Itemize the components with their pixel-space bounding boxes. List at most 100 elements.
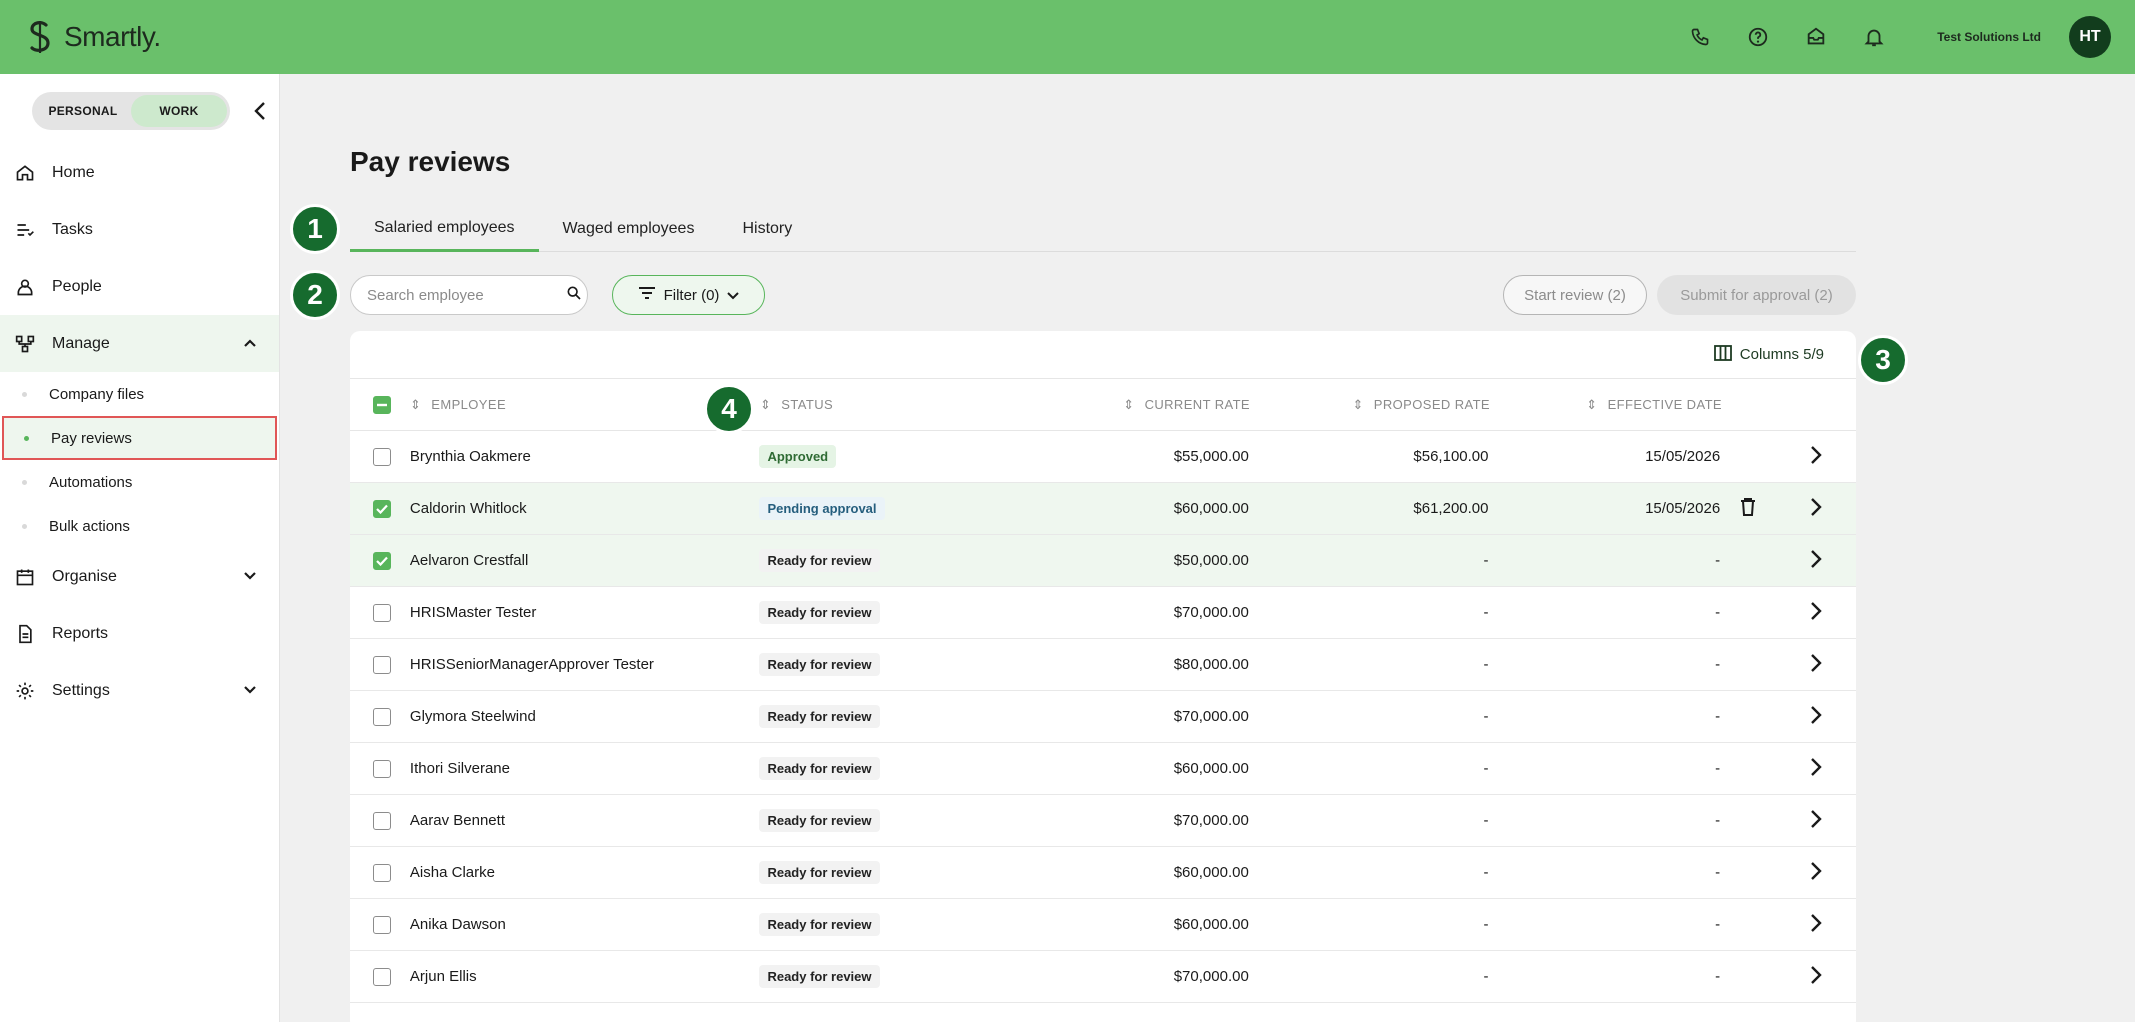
employee-name: Aelvaron Crestfall <box>409 552 529 569</box>
chevron-up-icon[interactable] <box>243 335 257 353</box>
personal-work-toggle[interactable]: PERSONAL WORK <box>32 92 230 130</box>
row-checkbox[interactable] <box>372 967 391 986</box>
column-header-effective-date[interactable]: ⇕ EFFECTIVE DATE <box>1490 397 1722 413</box>
avatar[interactable]: HT <box>2069 16 2111 58</box>
sidebar-item-settings[interactable]: Settings <box>0 662 279 719</box>
chevron-right-icon[interactable] <box>1810 809 1822 833</box>
chevron-right-icon[interactable] <box>1810 653 1822 677</box>
row-checkbox[interactable] <box>372 863 391 882</box>
tab-bar: Salaried employees Waged employees Histo… <box>350 206 1856 252</box>
table-row[interactable]: Ithori Silverane Ready for review $60,000.… <box>350 743 1856 795</box>
toggle-personal[interactable]: PERSONAL <box>35 95 131 127</box>
sidebar-subitem-bulk-actions[interactable]: Bulk actions <box>0 504 279 548</box>
start-review-button[interactable]: Start review (2) <box>1503 275 1647 315</box>
pay-reviews-table: Columns 5/9 ⇕ EMPLOYEE ⇕ STATUS ⇕ CURREN… <box>350 331 1856 1022</box>
sidebar-item-label: Home <box>52 163 95 181</box>
row-checkbox[interactable] <box>372 759 391 778</box>
inbox-icon[interactable] <box>1801 22 1831 52</box>
sidebar-item-organise[interactable]: Organise <box>0 548 279 605</box>
row-checkbox[interactable] <box>372 551 391 570</box>
sidebar-item-label: Organise <box>52 567 117 585</box>
table-row[interactable]: Caldorin Whitlock Pending approval $60,000… <box>350 483 1856 535</box>
table-row[interactable]: Aarav Bennett Ready for review $70,000.00 -… <box>350 795 1856 847</box>
proposed-rate: - <box>1483 968 1489 985</box>
sidebar-item-reports[interactable]: Reports <box>0 605 279 662</box>
logo[interactable]: Smartly. <box>24 19 161 55</box>
bell-icon[interactable] <box>1859 22 1889 52</box>
status-badge: Ready for review <box>759 809 880 832</box>
help-icon[interactable] <box>1743 22 1773 52</box>
chevron-right-icon[interactable] <box>1810 705 1822 729</box>
submit-for-approval-button[interactable]: Submit for approval (2) <box>1657 275 1856 315</box>
tab-history[interactable]: History <box>718 206 816 252</box>
sidebar-item-home[interactable]: Home <box>0 144 279 201</box>
manage-icon <box>14 333 36 355</box>
row-checkbox[interactable] <box>372 655 391 674</box>
row-checkbox[interactable] <box>372 447 391 466</box>
chevron-right-icon[interactable] <box>1810 965 1822 989</box>
tab-waged-employees[interactable]: Waged employees <box>539 206 719 252</box>
row-checkbox[interactable] <box>372 811 391 830</box>
search-input[interactable] <box>367 286 566 304</box>
column-header-current-rate[interactable]: ⇕ CURRENT RATE <box>1060 397 1250 413</box>
current-rate: $70,000.00 <box>1173 708 1249 725</box>
sidebar-item-manage[interactable]: Manage <box>0 315 279 372</box>
chevron-right-icon[interactable] <box>1810 913 1822 937</box>
employee-name: Arjun Ellis <box>409 968 477 985</box>
bullet-dot <box>24 435 29 441</box>
current-rate: $60,000.00 <box>1173 500 1249 517</box>
effective-date: - <box>1715 916 1721 933</box>
top-bar: Smartly. Test Solutions Ltd HT <box>0 0 2135 74</box>
trash-icon[interactable] <box>1740 497 1756 520</box>
effective-date: - <box>1715 968 1721 985</box>
collapse-sidebar-icon[interactable] <box>248 99 272 123</box>
table-row[interactable]: Aisha Clarke Ready for review $60,000.00 - - <box>350 847 1856 899</box>
effective-date: - <box>1715 708 1721 725</box>
current-rate: $50,000.00 <box>1173 552 1249 569</box>
chevron-right-icon[interactable] <box>1810 549 1822 573</box>
row-checkbox[interactable] <box>372 499 391 518</box>
chevron-right-icon[interactable] <box>1810 757 1822 781</box>
chevron-right-icon[interactable] <box>1810 497 1822 521</box>
chevron-right-icon[interactable] <box>1810 861 1822 885</box>
status-badge: Ready for review <box>759 757 880 780</box>
sidebar-item-tasks[interactable]: Tasks <box>0 201 279 258</box>
proposed-rate: - <box>1483 604 1489 621</box>
table-row[interactable]: HRISSeniorManagerApprover Tester Ready fo… <box>350 639 1856 691</box>
sidebar-subitem-company-files[interactable]: Company files <box>0 372 279 416</box>
sidebar-subitem-automations[interactable]: Automations <box>0 460 279 504</box>
table-row[interactable]: Brynthia Oakmere Approved $55,000.00 $56,10… <box>350 431 1856 483</box>
sidebar-subitem-pay-reviews[interactable]: Pay reviews <box>2 416 277 460</box>
company-name[interactable]: Test Solutions Ltd <box>1937 30 2041 44</box>
row-checkbox[interactable] <box>372 915 391 934</box>
effective-date: 15/05/2026 <box>1645 448 1721 465</box>
chevron-down-icon[interactable] <box>243 568 257 586</box>
table-row[interactable]: Arjun Ellis Ready for review $70,000.00 - - <box>350 951 1856 1003</box>
search-icon[interactable] <box>566 285 582 306</box>
employee-name: Brynthia Oakmere <box>409 448 531 465</box>
table-row[interactable]: Anika Dawson Ready for review $60,000.00 - - <box>350 899 1856 951</box>
tab-salaried-employees[interactable]: Salaried employees <box>350 206 539 252</box>
person-icon <box>14 276 36 298</box>
table-row[interactable]: HRISMaster Tester Ready for review $70,000… <box>350 587 1856 639</box>
filter-button[interactable]: Filter (0) <box>612 275 765 315</box>
current-rate: $70,000.00 <box>1173 968 1249 985</box>
status-badge: Ready for review <box>759 965 880 988</box>
status-badge: Ready for review <box>759 653 880 676</box>
table-row[interactable]: Aelvaron Crestfall Ready for review $50,00… <box>350 535 1856 587</box>
chevron-right-icon[interactable] <box>1810 445 1822 469</box>
tasks-icon <box>14 219 36 241</box>
column-header-status[interactable]: ⇕ STATUS <box>760 397 1060 413</box>
toggle-work[interactable]: WORK <box>131 95 227 127</box>
sort-icon: ⇕ <box>1123 396 1135 412</box>
row-checkbox[interactable] <box>372 603 391 622</box>
phone-icon[interactable] <box>1685 22 1715 52</box>
columns-button[interactable]: Columns 5/9 <box>1713 344 1824 365</box>
column-header-proposed-rate[interactable]: ⇕ PROPOSED RATE <box>1250 397 1490 413</box>
table-row[interactable]: Glymora Steelwind Ready for review $70,000… <box>350 691 1856 743</box>
row-checkbox[interactable] <box>372 707 391 726</box>
chevron-down-icon[interactable] <box>243 682 257 700</box>
sidebar-item-people[interactable]: People <box>0 258 279 315</box>
chevron-right-icon[interactable] <box>1810 601 1822 625</box>
select-all-checkbox[interactable] <box>373 395 391 414</box>
